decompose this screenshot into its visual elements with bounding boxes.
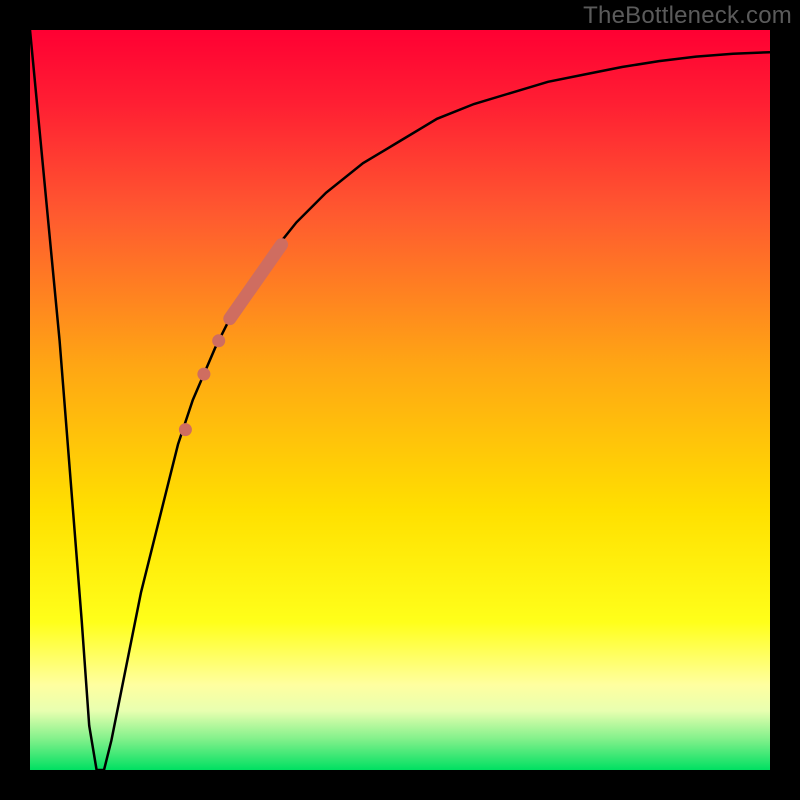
watermark-text: TheBottleneck.com (583, 2, 792, 30)
marker-dot-0 (212, 334, 225, 347)
chart-frame: TheBottleneck.com (0, 0, 800, 800)
marker-dot-1 (197, 368, 210, 381)
plot-area (30, 30, 770, 770)
marker-dot-2 (179, 423, 192, 436)
chart-svg (30, 30, 770, 770)
